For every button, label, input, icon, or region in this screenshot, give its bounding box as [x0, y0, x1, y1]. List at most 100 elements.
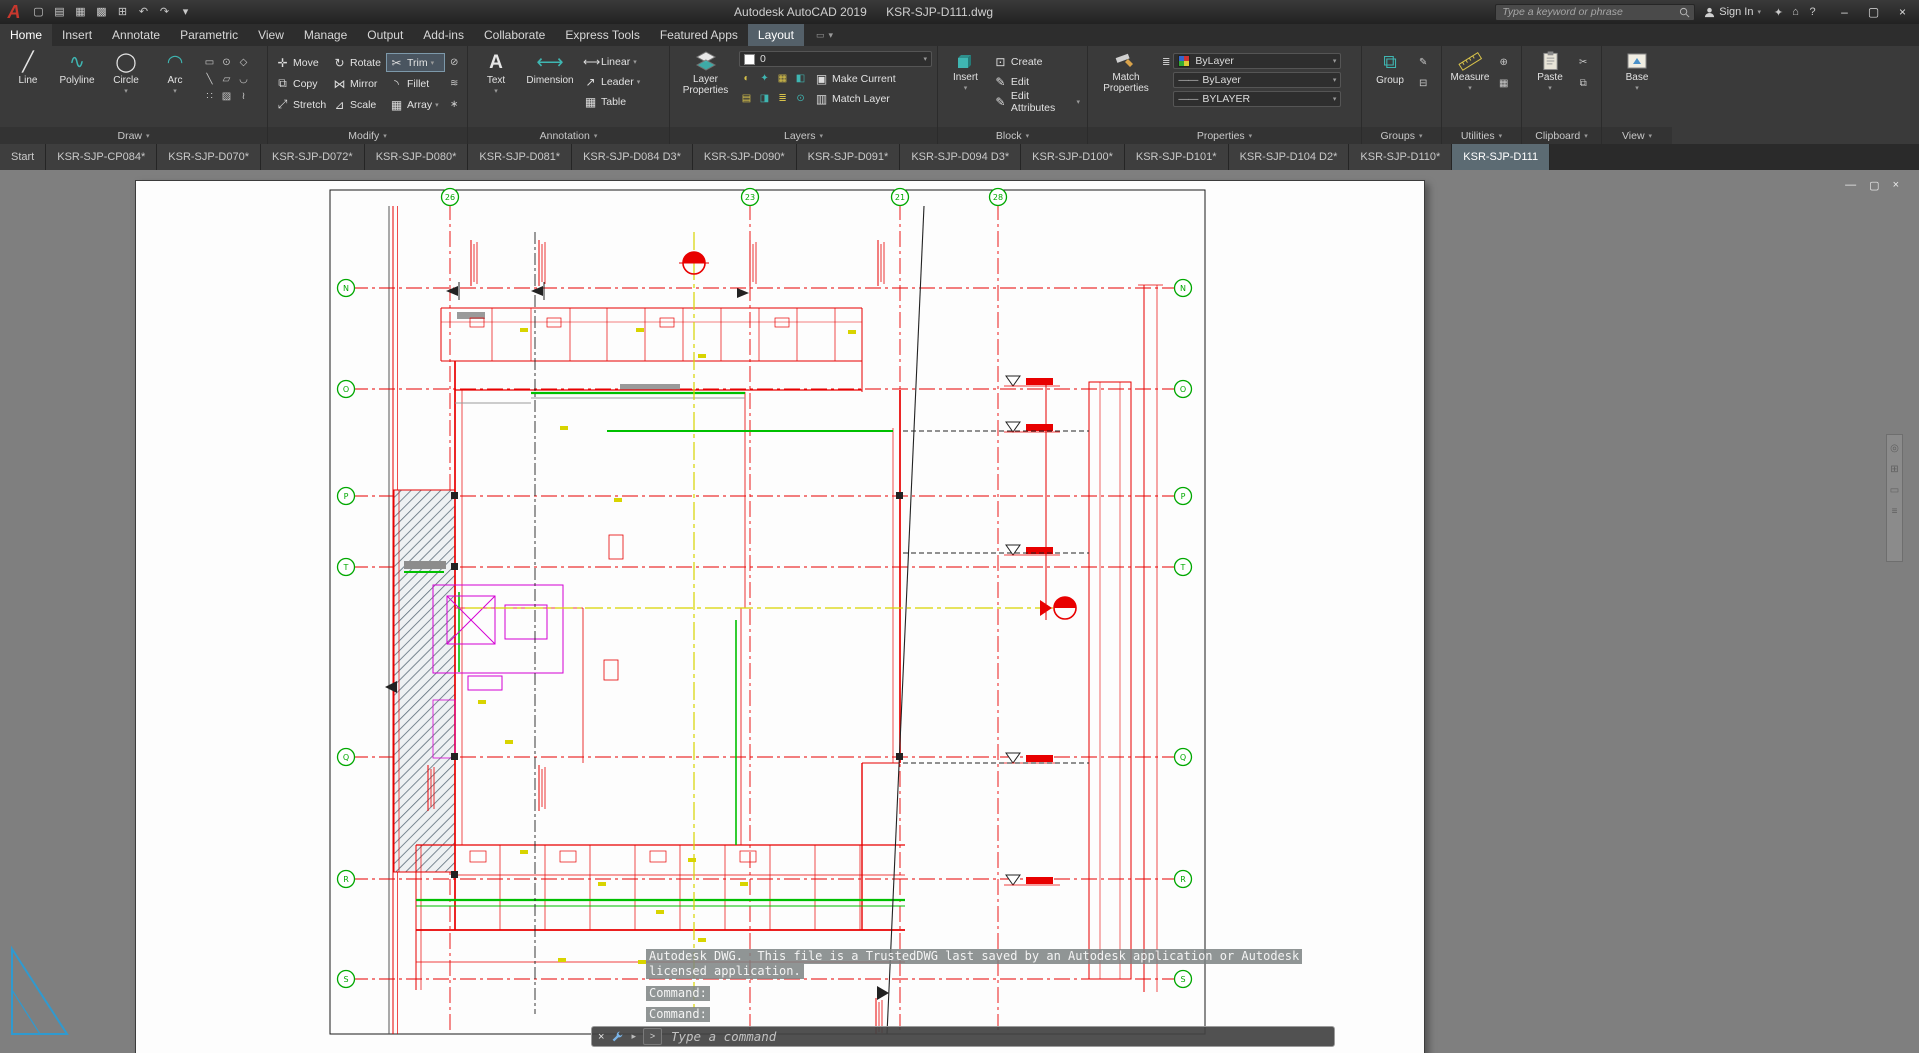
drawing-area[interactable]: 26232128NNOOPPTTQQRRSS: [0, 170, 1919, 1053]
layer-select[interactable]: 0 ▾: [739, 51, 932, 67]
panel-label-annotation[interactable]: Annotation▾: [468, 127, 669, 144]
autocad-logo-icon[interactable]: A: [0, 0, 28, 24]
close-icon[interactable]: ×: [598, 1031, 604, 1043]
command-input[interactable]: [669, 1028, 1328, 1045]
clipboard-tool-icon[interactable]: ✂: [1579, 54, 1587, 71]
file-tab[interactable]: KSR-SJP-D080*: [365, 144, 469, 170]
layer-tool-icon[interactable]: ✦: [757, 72, 772, 86]
fillet-button[interactable]: ◝Fillet: [387, 75, 444, 92]
leader-button[interactable]: ↗Leader▾: [581, 73, 642, 90]
match-layer-button[interactable]: ▥Match Layer: [812, 90, 892, 107]
paste-button[interactable]: Paste ▾: [1527, 48, 1573, 92]
utility-tool-icon[interactable]: ▦: [1499, 75, 1508, 92]
draw-tool-icon[interactable]: ╲: [201, 71, 218, 88]
draw-tool-icon[interactable]: ▱: [218, 71, 235, 88]
panel-label-block[interactable]: Block▾: [938, 127, 1087, 144]
circle-button[interactable]: ◯ Circle ▾: [103, 48, 149, 95]
properties-list-icon[interactable]: ≣: [1162, 48, 1170, 71]
draw-tool-icon[interactable]: ◇: [235, 54, 252, 71]
edit-block-button[interactable]: ✎Edit: [991, 73, 1082, 90]
draw-tool-icon[interactable]: ▭: [201, 54, 218, 71]
base-button[interactable]: Base ▾: [1614, 48, 1660, 92]
edit-attributes-button[interactable]: ✎Edit Attributes▾: [991, 93, 1082, 110]
ribbon-display-toggle-icon[interactable]: ▾: [828, 30, 833, 41]
ribbon-tab[interactable]: Featured Apps: [650, 24, 748, 46]
minimize-icon[interactable]: –: [1830, 0, 1859, 24]
help-icon[interactable]: ?: [1804, 6, 1821, 19]
table-button[interactable]: ▦Table: [581, 93, 642, 110]
file-tab[interactable]: KSR-SJP-D100*: [1021, 144, 1125, 170]
layer-tool-icon[interactable]: ⊙: [793, 92, 808, 106]
navbar-tool-icon[interactable]: ⊞: [1890, 465, 1898, 475]
ribbon-tab[interactable]: Add-ins: [413, 24, 474, 46]
file-tab[interactable]: KSR-SJP-CP084*: [46, 144, 157, 170]
ribbon-tab[interactable]: Home: [0, 24, 52, 46]
panel-label-view[interactable]: View▾: [1602, 127, 1672, 144]
array-button[interactable]: ▦Array▾: [387, 96, 444, 113]
layer-tool-icon[interactable]: ▦: [775, 72, 790, 86]
panel-label-modify[interactable]: Modify▾: [268, 127, 467, 144]
help-search-box[interactable]: [1495, 4, 1695, 21]
navbar-tool-icon[interactable]: ▭: [1890, 486, 1899, 496]
ribbon-tab[interactable]: Layout: [748, 24, 804, 46]
layer-tool-icon[interactable]: ▤: [739, 92, 754, 106]
file-tab[interactable]: KSR-SJP-D110*: [1349, 144, 1452, 170]
drawing-minimize-icon[interactable]: —: [1845, 179, 1856, 192]
create-block-button[interactable]: ⊡Create: [991, 53, 1082, 70]
qat-more-icon[interactable]: ▾: [175, 0, 196, 24]
app-store-icon[interactable]: ⌂: [1787, 6, 1804, 19]
ribbon-tab[interactable]: Annotate: [102, 24, 170, 46]
trim-button[interactable]: ✂Trim▾: [387, 54, 444, 71]
ribbon-tab[interactable]: Insert: [52, 24, 102, 46]
file-tab[interactable]: KSR-SJP-D072*: [261, 144, 365, 170]
new-file-icon[interactable]: ▢: [28, 0, 49, 24]
panel-label-layers[interactable]: Layers▾: [670, 127, 937, 144]
make-current-button[interactable]: ▣Make Current: [812, 70, 898, 87]
copy-button[interactable]: ⧉Copy: [273, 75, 330, 92]
draw-tool-icon[interactable]: ⊙: [218, 54, 235, 71]
a360-icon[interactable]: ✦: [1770, 6, 1787, 19]
ribbon-tab[interactable]: Manage: [294, 24, 357, 46]
insert-button[interactable]: Insert ▾: [943, 48, 988, 92]
maximize-icon[interactable]: ▢: [1859, 0, 1888, 24]
layer-properties-button[interactable]: Layer Properties: [675, 48, 736, 96]
ribbon-tab[interactable]: Express Tools: [555, 24, 649, 46]
redo-icon[interactable]: ↷: [154, 0, 175, 24]
file-tab[interactable]: KSR-SJP-D084 D3*: [572, 144, 693, 170]
ribbon-tab[interactable]: Parametric: [170, 24, 248, 46]
match-properties-button[interactable]: Match Properties: [1093, 48, 1159, 94]
panel-label-properties[interactable]: Properties▾: [1088, 127, 1361, 144]
panel-label-draw[interactable]: Draw▾: [0, 127, 267, 144]
dimension-button[interactable]: ⟷ Dimension: [522, 48, 578, 87]
undo-icon[interactable]: ↶: [133, 0, 154, 24]
group-button[interactable]: ⧉ Group: [1367, 48, 1413, 87]
draw-tool-icon[interactable]: ◡: [235, 71, 252, 88]
file-tab[interactable]: Start: [0, 144, 46, 170]
save-as-icon[interactable]: ▩: [91, 0, 112, 24]
layer-tool-icon[interactable]: ◨: [757, 92, 772, 106]
draw-tool-icon[interactable]: ≀: [235, 88, 252, 105]
file-tab[interactable]: KSR-SJP-D090*: [693, 144, 797, 170]
file-tab[interactable]: KSR-SJP-D081*: [468, 144, 572, 170]
move-button[interactable]: ✛Move: [273, 54, 330, 71]
file-tab[interactable]: KSR-SJP-D104 D2*: [1229, 144, 1350, 170]
measure-button[interactable]: Measure ▾: [1447, 48, 1493, 92]
save-icon[interactable]: ▦: [70, 0, 91, 24]
drawing-close-icon[interactable]: ×: [1893, 179, 1899, 192]
file-tab[interactable]: KSR-SJP-D111: [1452, 144, 1550, 170]
group-tool-icon[interactable]: ⊟: [1419, 75, 1427, 92]
draw-tool-icon[interactable]: ∷: [201, 88, 218, 105]
modify-tool-icon[interactable]: ∗: [450, 96, 458, 113]
group-tool-icon[interactable]: ✎: [1419, 54, 1427, 71]
command-line[interactable]: × ▸ >: [591, 1026, 1335, 1047]
text-button[interactable]: A Text ▾: [473, 48, 519, 95]
drawing-restore-icon[interactable]: ▢: [1869, 179, 1879, 192]
file-tab[interactable]: KSR-SJP-D101*: [1125, 144, 1229, 170]
lineweight-select[interactable]: —— ByLayer ▾: [1173, 72, 1341, 88]
plot-icon[interactable]: ⊞: [112, 0, 133, 24]
navigation-bar[interactable]: ◎⊞▭≡: [1886, 434, 1903, 562]
modify-tool-icon[interactable]: ≋: [450, 75, 458, 92]
polyline-button[interactable]: ∿ Polyline: [54, 48, 100, 87]
drawing-plan[interactable]: 26232128NNOOPPTTQQRRSS: [0, 170, 1919, 1053]
line-button[interactable]: ╱ Line: [5, 48, 51, 87]
